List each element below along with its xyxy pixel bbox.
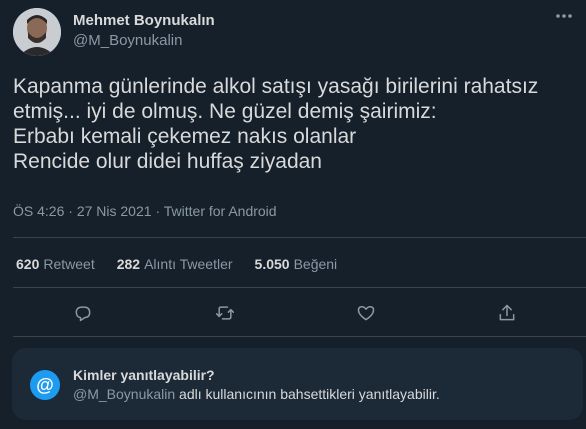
tweet-line: Erbabı kemali çekemez nakıs olanlar	[13, 125, 357, 148]
at-icon: @	[30, 370, 60, 400]
author-handle[interactable]: @M_Boynukalin	[73, 32, 182, 49]
tweet-stats: 620 Retweet 282 Alıntı Tweetler 5.050 Beğen…	[16, 256, 359, 272]
reply-card-title: Kimler yanıtlayabilir?	[73, 367, 215, 383]
quotes-count: 282	[116, 256, 141, 272]
tweet-line: Kapanma günlerinde alkol satışı yasağı b…	[13, 75, 539, 98]
tweet-line: Rencide olur didei huffaş ziyadan	[13, 150, 322, 173]
reply-card-subtitle-text: adlı kullanıcının bahsettikleri yanıtlay…	[175, 386, 440, 402]
retweets-stat[interactable]: 620 Retweet	[16, 256, 95, 272]
divider	[13, 287, 586, 288]
tweet-time[interactable]: ÖS 4:26	[13, 203, 64, 219]
tweet-text: Kapanma günlerinde alkol satışı yasağı b…	[13, 74, 578, 174]
share-icon[interactable]	[492, 298, 522, 328]
tweet-date[interactable]: 27 Nis 2021	[77, 203, 152, 219]
meta-separator: ·	[68, 203, 73, 219]
likes-count: 5.050	[254, 256, 290, 272]
reply-restriction-card: @ Kimler yanıtlayabilir? @M_Boynukalin a…	[12, 348, 583, 420]
mention-link[interactable]: @M_Boynukalin	[73, 386, 175, 402]
retweets-count: 620	[16, 256, 40, 272]
tweet-line: etmiş... iyi de olmuş. Ne güzel demiş şa…	[13, 100, 437, 123]
more-icon[interactable]	[552, 6, 576, 30]
heart-icon[interactable]	[351, 298, 381, 328]
likes-label: Beğeni	[293, 256, 338, 272]
quotes-label: Alıntı Tweetler	[144, 256, 233, 272]
divider	[13, 336, 586, 337]
retweet-icon[interactable]	[210, 298, 240, 328]
tweet-meta: ÖS 4:26 · 27 Nis 2021 · Twitter for Andr…	[13, 203, 277, 219]
avatar[interactable]	[13, 8, 61, 56]
reply-card-subtitle: @M_Boynukalin adlı kullanıcının bahsetti…	[73, 386, 440, 402]
reply-icon[interactable]	[68, 298, 98, 328]
action-bar	[0, 298, 586, 328]
quotes-stat[interactable]: 282 Alıntı Tweetler	[117, 256, 233, 272]
tweet-source[interactable]: Twitter for Android	[164, 203, 277, 219]
meta-separator: ·	[155, 203, 161, 219]
retweets-label: Retweet	[43, 256, 95, 272]
divider	[13, 237, 586, 238]
likes-stat[interactable]: 5.050 Beğeni	[255, 256, 338, 272]
author-name[interactable]: Mehmet Boynukalın	[73, 12, 215, 29]
